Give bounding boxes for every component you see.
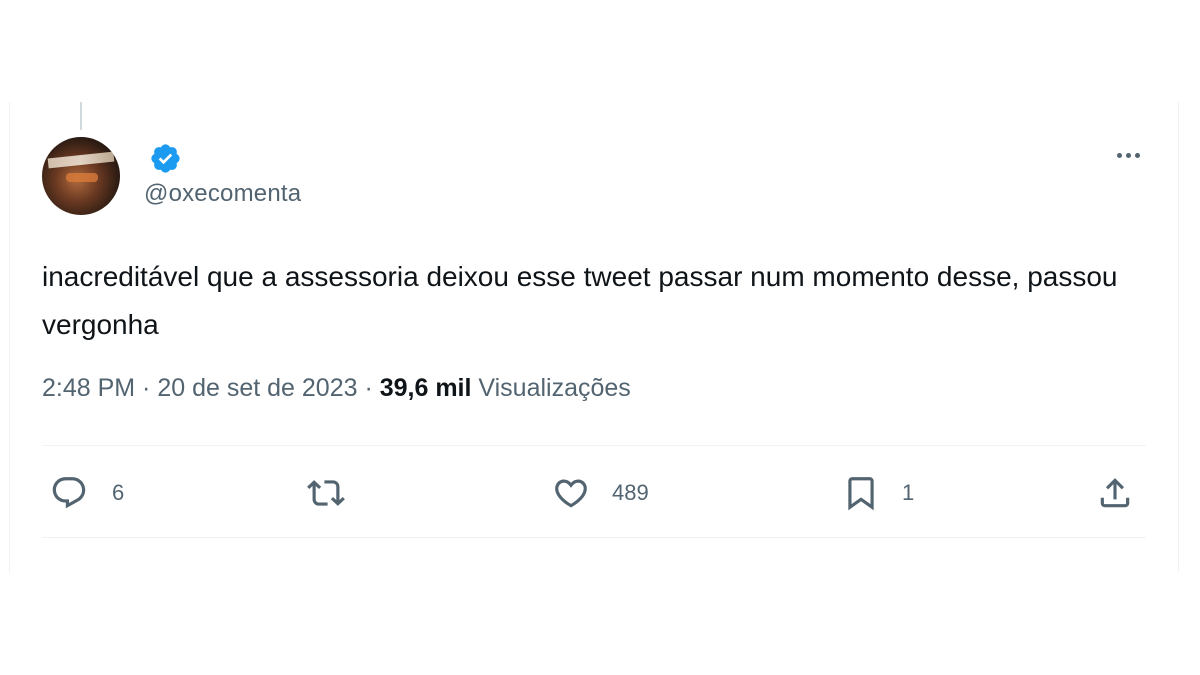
avatar[interactable] bbox=[42, 137, 120, 215]
more-dots-icon bbox=[1125, 152, 1131, 158]
tweet-date[interactable]: 20 de set de 2023 bbox=[157, 374, 357, 402]
thread-connector-line bbox=[80, 102, 82, 130]
views-count: 39,6 mil bbox=[379, 374, 472, 402]
like-button[interactable]: 489 bbox=[552, 472, 649, 514]
bookmark-count: 1 bbox=[902, 480, 915, 505]
heart-icon bbox=[555, 479, 587, 508]
like-count: 489 bbox=[612, 480, 649, 505]
verified-badge-icon[interactable] bbox=[149, 142, 182, 175]
divider bbox=[42, 445, 1146, 446]
tweet-card: @oxecomenta inacreditável que a assessor… bbox=[9, 102, 1179, 572]
bookmark-button[interactable]: 1 bbox=[842, 472, 914, 514]
share-icon bbox=[1100, 478, 1130, 508]
reply-button[interactable]: 6 bbox=[50, 472, 124, 514]
meta-separator: · bbox=[135, 374, 158, 402]
reply-count: 6 bbox=[112, 480, 125, 505]
share-button[interactable] bbox=[1096, 472, 1134, 514]
divider bbox=[42, 537, 1146, 538]
views-label: Visualizações bbox=[478, 374, 631, 402]
tweet-text: inacreditável que a assessoria deixou es… bbox=[42, 261, 1118, 340]
user-handle[interactable]: @oxecomenta bbox=[144, 180, 301, 208]
reply-icon bbox=[52, 477, 86, 509]
retweet-button[interactable] bbox=[307, 472, 367, 514]
tweet-time[interactable]: 2:48 PM bbox=[42, 374, 135, 402]
meta-separator: · bbox=[357, 374, 380, 402]
avatar-glasses bbox=[66, 173, 98, 182]
retweet-icon bbox=[307, 480, 345, 506]
avatar-hat-band bbox=[47, 151, 115, 169]
more-dots-icon bbox=[1116, 152, 1122, 158]
tweet-meta: 2:48 PM · 20 de set de 2023 · 39,6 mil V… bbox=[42, 374, 631, 403]
more-dots-icon bbox=[1134, 152, 1140, 158]
bookmark-icon bbox=[848, 477, 874, 511]
more-options-button[interactable] bbox=[1108, 142, 1148, 168]
